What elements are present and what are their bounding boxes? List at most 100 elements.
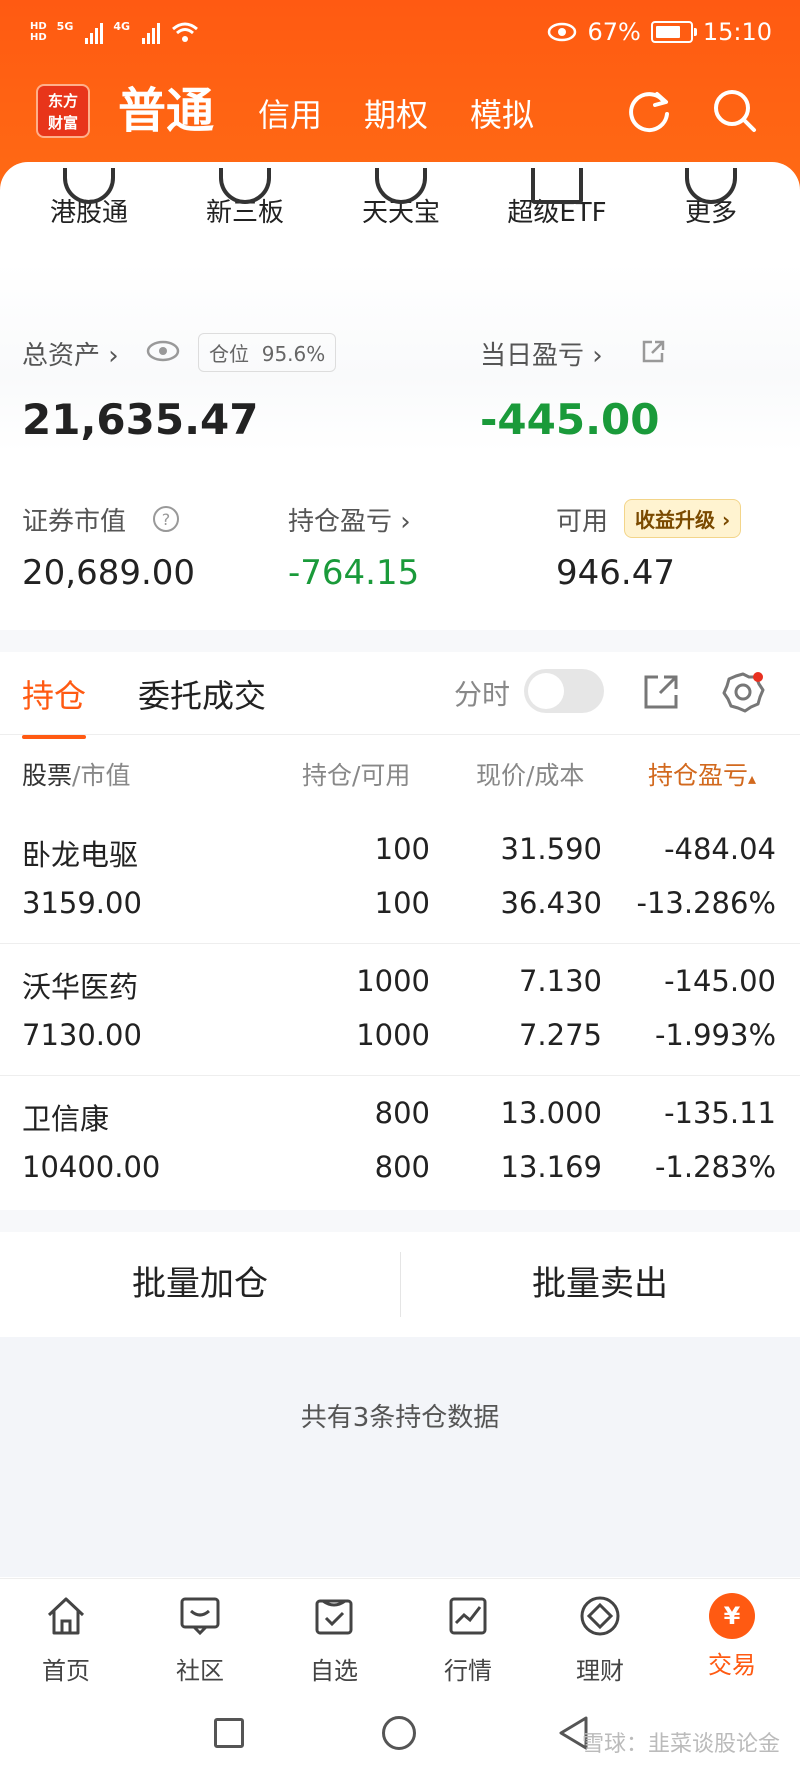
daily-pl-value: -445.00	[480, 395, 660, 444]
tab-wealth[interactable]: 理财	[540, 1593, 660, 1686]
system-nav-bar: 雪球：韭菜谈股论金	[0, 1688, 800, 1778]
holdings-tabbar: 持仓 委托成交 分时	[0, 655, 800, 739]
table-row[interactable]: 卧龙电驱 3159.00 100 100 31.590 36.430 -484.…	[0, 812, 800, 944]
avail-qty: 1000	[356, 1018, 430, 1052]
section-divider	[0, 1210, 800, 1232]
help-icon[interactable]: ?	[152, 505, 180, 533]
trade-icon: ¥	[709, 1593, 755, 1639]
wealth-icon	[580, 1596, 620, 1636]
th-pl[interactable]: 持仓盈亏▴	[648, 756, 756, 792]
current-price: 31.590	[500, 832, 602, 866]
watermark: 雪球：韭菜谈股论金	[581, 1732, 780, 1757]
pl-percent: -1.993%	[654, 1018, 776, 1052]
hd-indicator: HD HD	[30, 21, 47, 43]
cost-price: 13.169	[500, 1150, 602, 1184]
tab-label: 自选	[310, 1657, 358, 1685]
hd-bottom: HD	[30, 32, 47, 43]
asset-summary: 总资产 › 仓位 95.6% 21,635.47 当日盈亏 › -445.00 …	[0, 305, 800, 625]
battery-icon	[650, 21, 697, 43]
stock-value: 7130.00	[22, 1018, 142, 1052]
pl-amount: -145.00	[664, 964, 776, 998]
hd-top: HD	[30, 21, 47, 32]
hold-qty: 800	[374, 1096, 430, 1130]
earnings-upgrade-badge[interactable]: 收益升级 ›	[624, 499, 742, 538]
th-stock: 股票/市值	[22, 761, 131, 790]
market-value: 20,689.00	[22, 553, 196, 593]
etf-icon	[531, 168, 583, 204]
top-nav: 东方 财富 普通 信用 期权 模拟	[36, 80, 760, 150]
tab-holdings[interactable]: 持仓	[22, 671, 87, 739]
eye-comfort-icon	[548, 22, 577, 42]
export-icon[interactable]	[642, 673, 680, 711]
network-5g: 5G	[56, 20, 74, 33]
available-label: 可用	[556, 507, 609, 537]
market-value-label: 证券市值	[22, 507, 127, 537]
network-4g: 4G	[113, 20, 131, 33]
holdings-summary-area: 共有3条持仓数据	[0, 1337, 800, 1577]
watchlist-icon	[315, 1599, 353, 1635]
recents-button[interactable]	[214, 1718, 244, 1748]
chart-icon	[449, 1597, 487, 1635]
shortcut-more[interactable]: 更多	[636, 168, 786, 229]
tab-label: 社区	[176, 1657, 224, 1685]
signal-icon	[85, 20, 104, 44]
th-position[interactable]: 持仓/可用	[302, 756, 410, 792]
intraday-label: 分时	[454, 678, 511, 711]
signal-group: HD HD 5G 4G	[30, 20, 200, 44]
tab-options[interactable]: 期权	[364, 94, 428, 136]
battery-percent: 67%	[587, 18, 641, 46]
shortcut-neeq[interactable]: 新三板	[170, 168, 320, 229]
shortcut-hk-connect[interactable]: 港股通	[14, 168, 164, 229]
clock: 15:10	[702, 18, 772, 46]
avail-qty: 800	[374, 1150, 430, 1184]
tab-community[interactable]: 社区	[140, 1593, 260, 1686]
available-value: 946.47	[556, 553, 675, 593]
th-price[interactable]: 现价/成本	[476, 756, 584, 792]
holdings-count-text: 共有3条持仓数据	[300, 1403, 500, 1433]
current-price: 7.130	[518, 964, 602, 998]
tab-simulate[interactable]: 模拟	[470, 94, 534, 136]
logo-line2: 财富	[47, 114, 78, 132]
stock-value: 10400.00	[22, 1150, 161, 1184]
batch-actions: 批量加仓 批量卖出	[0, 1232, 800, 1337]
intraday-toggle[interactable]	[524, 669, 604, 713]
tab-watchlist[interactable]: 自选	[274, 1593, 394, 1686]
hold-qty: 100	[374, 832, 430, 866]
eye-toggle-icon[interactable]	[146, 339, 180, 363]
batch-add-button[interactable]: 批量加仓	[0, 1232, 400, 1337]
tab-orders-trades[interactable]: 委托成交	[138, 671, 266, 717]
tab-label: 首页	[42, 1657, 90, 1685]
app-logo[interactable]: 东方 财富	[36, 84, 90, 138]
svg-text:?: ?	[162, 510, 171, 529]
table-row[interactable]: 卫信康 10400.00 800 800 13.000 13.169 -135.…	[0, 1076, 800, 1208]
home-icon	[47, 1597, 85, 1635]
pl-amount: -135.11	[664, 1096, 776, 1130]
holding-pl-label[interactable]: 持仓盈亏 ›	[288, 501, 411, 538]
tab-normal[interactable]: 普通	[118, 80, 214, 142]
position-ratio-pill: 仓位 95.6%	[198, 333, 337, 372]
current-price: 13.000	[500, 1096, 602, 1130]
stock-name: 卧龙电驱	[22, 838, 139, 872]
shortcut-tiantianbao[interactable]: 天天宝	[326, 168, 476, 229]
pl-percent: -13.286%	[636, 886, 777, 920]
batch-sell-button[interactable]: 批量卖出	[400, 1232, 800, 1337]
tab-home[interactable]: 首页	[6, 1593, 126, 1686]
tab-trade[interactable]: ¥ 交易	[672, 1593, 792, 1680]
pl-amount: -484.04	[664, 832, 776, 866]
holding-pl-value: -764.15	[288, 553, 420, 593]
shortcut-super-etf[interactable]: 超级ETF	[482, 168, 632, 229]
home-button[interactable]	[382, 1716, 416, 1750]
settings-icon[interactable]	[720, 669, 766, 715]
tab-label: 行情	[444, 1657, 492, 1685]
table-row[interactable]: 沃华医药 7130.00 1000 1000 7.130 7.275 -145.…	[0, 944, 800, 1076]
total-assets-label[interactable]: 总资产 ›	[22, 335, 119, 372]
search-icon[interactable]	[710, 86, 760, 136]
tab-market[interactable]: 行情	[408, 1593, 528, 1686]
tab-credit[interactable]: 信用	[258, 94, 322, 136]
stock-name: 沃华医药	[22, 970, 139, 1004]
refresh-icon[interactable]	[624, 86, 674, 136]
share-icon[interactable]	[640, 339, 666, 365]
pl-percent: -1.283%	[654, 1150, 776, 1184]
status-right: 67% 15:10	[547, 18, 772, 46]
daily-pl-label[interactable]: 当日盈亏 ›	[480, 335, 603, 372]
